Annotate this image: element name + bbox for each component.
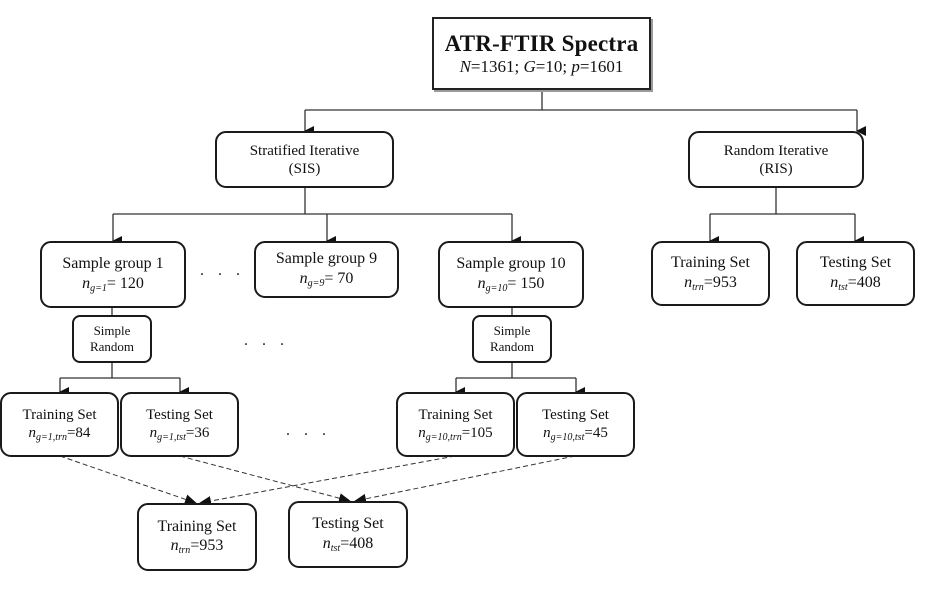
ris-line2: (RIS) bbox=[759, 160, 793, 177]
group1-label: Sample group 1 bbox=[62, 255, 164, 273]
dashed-g10-test-to-final-test bbox=[354, 455, 576, 504]
sis-node: Stratified Iterative (SIS) bbox=[215, 131, 394, 188]
n-var: n bbox=[684, 273, 693, 291]
group10-label: Sample group 10 bbox=[456, 255, 566, 273]
root-node-atr-ftir: ATR-FTIR Spectra N=1361; G=10; p=1601 bbox=[432, 17, 651, 90]
dashed-g1-train-to-final-train bbox=[59, 455, 197, 505]
n-value: = 70 bbox=[324, 269, 354, 287]
param-g-var: G bbox=[523, 57, 536, 77]
g1-test-label: Testing Set bbox=[146, 406, 213, 423]
g10-test-label: Testing Set bbox=[542, 406, 609, 423]
n-subscript: g=10 bbox=[485, 282, 508, 294]
param-p-value: =1601 bbox=[579, 57, 624, 77]
group1-count: ng=1= 120 bbox=[82, 274, 144, 295]
g1-testing-set-node: Testing Set ng=1,tst=36 bbox=[120, 392, 239, 457]
g1-training-set-node: Training Set ng=1,trn=84 bbox=[0, 392, 119, 457]
dashed-g10-train-to-final-train bbox=[199, 455, 456, 506]
ellipsis-simple-random: . . . bbox=[244, 332, 289, 349]
sis-final-training-set-node: Training Set ntrn=953 bbox=[137, 503, 257, 571]
sample-group-10-node: Sample group 10 ng=10= 150 bbox=[438, 241, 584, 308]
n-subscript: trn bbox=[692, 281, 704, 293]
param-p-var: p bbox=[571, 57, 580, 77]
ris-test-count: ntst=408 bbox=[830, 273, 880, 294]
group10-count: ng=10= 150 bbox=[478, 274, 545, 295]
sis-line1: Stratified Iterative bbox=[249, 142, 360, 159]
param-n-var: N bbox=[459, 57, 471, 77]
simple-random-line2: Random bbox=[489, 339, 535, 354]
ris-test-label: Testing Set bbox=[819, 254, 892, 272]
g1-train-label: Training Set bbox=[22, 406, 97, 423]
n-value: =105 bbox=[461, 424, 493, 441]
n-value: =953 bbox=[703, 273, 737, 291]
n-var: n bbox=[322, 534, 331, 552]
n-subscript: g=9 bbox=[307, 277, 325, 289]
n-subscript: g=1,tst bbox=[157, 431, 186, 443]
dashed-g1-test-to-final-test bbox=[179, 455, 351, 504]
group9-label: Sample group 9 bbox=[275, 250, 378, 268]
root-params: N=1361; G=10; p=1601 bbox=[460, 57, 624, 77]
simple-random-line2: Random bbox=[89, 339, 135, 354]
g10-train-count: ng=10,trn=105 bbox=[418, 424, 492, 444]
g1-train-count: ng=1,trn=84 bbox=[29, 424, 91, 444]
final-train-count: ntrn=953 bbox=[171, 536, 224, 557]
sample-group-9-node: Sample group 9 ng=9= 70 bbox=[254, 241, 399, 298]
n-value: =84 bbox=[66, 424, 91, 441]
n-value: = 120 bbox=[106, 274, 144, 292]
final-train-label: Training Set bbox=[157, 517, 237, 535]
final-test-label: Testing Set bbox=[312, 515, 384, 533]
ris-train-count: ntrn=953 bbox=[684, 273, 737, 294]
ris-training-set-node: Training Set ntrn=953 bbox=[651, 241, 770, 306]
simple-random-node-g10: Simple Random bbox=[472, 315, 552, 363]
ellipsis-splits: . . . bbox=[286, 422, 331, 439]
sample-group-1-node: Sample group 1 ng=1= 120 bbox=[40, 241, 186, 308]
n-value: =408 bbox=[847, 273, 881, 291]
n-var: n bbox=[477, 274, 486, 292]
n-subscript: g=10,trn bbox=[425, 431, 462, 443]
n-subscript: trn bbox=[178, 545, 191, 557]
n-var: n bbox=[82, 274, 91, 292]
simple-random-line1: Simple bbox=[93, 322, 131, 338]
n-subscript: g=1,trn bbox=[36, 431, 67, 443]
param-n-value: =1361; bbox=[470, 57, 524, 77]
n-var: n bbox=[170, 537, 179, 555]
root-title: ATR-FTIR Spectra bbox=[444, 30, 639, 56]
ris-train-label: Training Set bbox=[671, 254, 750, 272]
final-test-count: ntst=408 bbox=[323, 534, 373, 555]
param-g-value: =10; bbox=[535, 57, 572, 77]
g10-training-set-node: Training Set ng=10,trn=105 bbox=[396, 392, 515, 457]
simple-random-line1: Simple bbox=[493, 322, 531, 338]
ellipsis-groups: . . . bbox=[200, 262, 245, 279]
n-var: n bbox=[543, 424, 551, 441]
n-subscript: g=10,tst bbox=[550, 431, 585, 443]
simple-random-node-g1: Simple Random bbox=[72, 315, 152, 363]
n-subscript: tst bbox=[838, 281, 848, 293]
n-value: = 150 bbox=[507, 274, 545, 292]
g1-test-count: ng=1,tst=36 bbox=[150, 424, 210, 444]
n-var: n bbox=[28, 424, 37, 441]
n-var: n bbox=[299, 269, 308, 287]
ris-node: Random Iterative (RIS) bbox=[688, 131, 864, 188]
n-value: =36 bbox=[185, 424, 210, 441]
n-value: =45 bbox=[584, 424, 608, 441]
ris-testing-set-node: Testing Set ntst=408 bbox=[796, 241, 915, 306]
g10-testing-set-node: Testing Set ng=10,tst=45 bbox=[516, 392, 635, 457]
ris-line1: Random Iterative bbox=[723, 142, 829, 159]
n-subscript: tst bbox=[330, 542, 341, 554]
n-var: n bbox=[418, 424, 426, 441]
sis-line2: (SIS) bbox=[288, 160, 321, 177]
sis-final-testing-set-node: Testing Set ntst=408 bbox=[288, 501, 408, 568]
n-subscript: g=1 bbox=[90, 282, 107, 294]
n-value: =408 bbox=[340, 534, 374, 552]
n-value: =953 bbox=[190, 537, 224, 555]
g10-train-label: Training Set bbox=[418, 406, 493, 423]
group9-count: ng=9= 70 bbox=[300, 269, 354, 290]
g10-test-count: ng=10,tst=45 bbox=[543, 424, 608, 444]
